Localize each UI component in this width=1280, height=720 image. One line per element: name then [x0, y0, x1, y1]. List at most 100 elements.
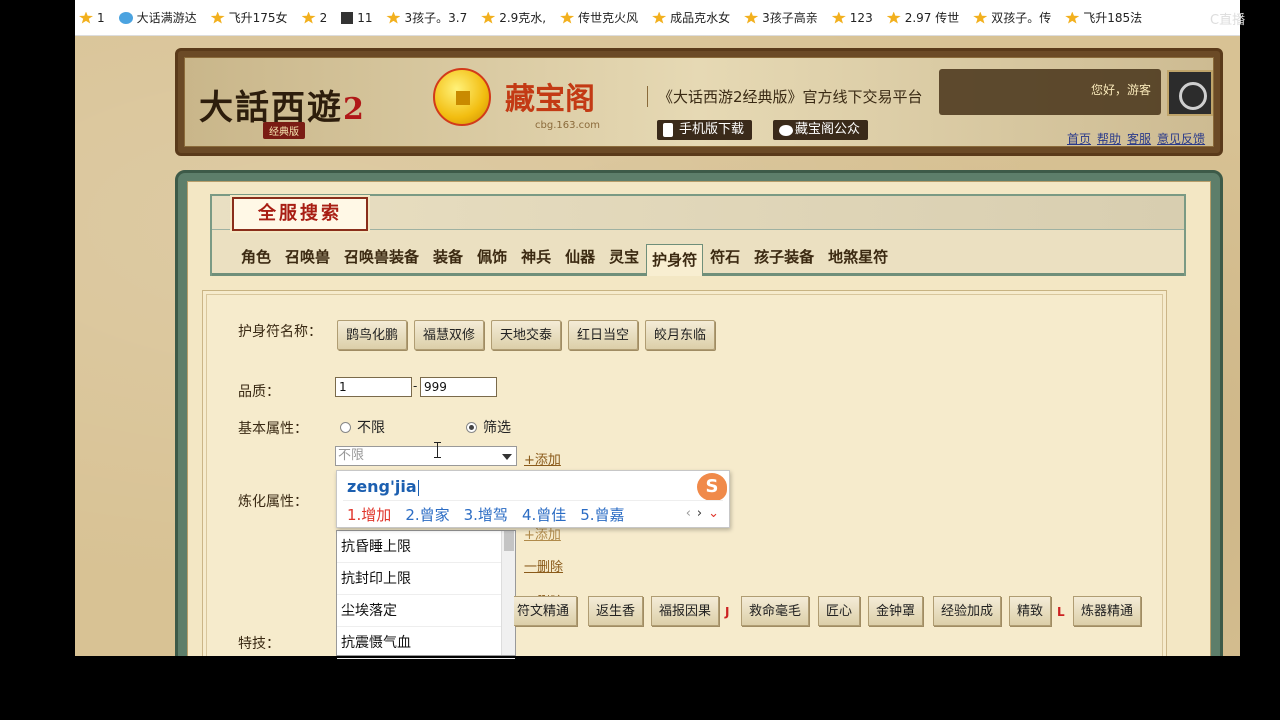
basic-attr-select[interactable]: 不限	[335, 446, 517, 466]
skill-option-9[interactable]: 炼器精通	[1073, 596, 1142, 626]
star-icon	[652, 11, 667, 24]
tab-pet-equipment[interactable]: 召唤兽装备	[337, 246, 426, 273]
bookmark-item[interactable]: 2	[301, 11, 327, 25]
radio-filter[interactable]: 筛选	[466, 417, 511, 437]
link-feedback[interactable]: 意见反馈	[1157, 130, 1205, 147]
quality-min-input[interactable]: 1	[335, 377, 412, 397]
ime-next-icon[interactable]: ›	[697, 506, 702, 521]
amulet-name-label: 护身符名称：	[238, 324, 322, 340]
quality-max-input[interactable]: 999	[420, 377, 497, 397]
amulet-option-4[interactable]: 红日当空	[568, 320, 639, 350]
quality-label: 品质：	[238, 384, 280, 400]
bookmark-item[interactable]: 双孩子。传	[973, 9, 1051, 26]
skill-option-5[interactable]: 匠心	[818, 596, 861, 626]
bookmark-item[interactable]: 2.97 传世	[886, 9, 959, 26]
tab-star-talisman[interactable]: 地煞星符	[821, 246, 895, 273]
wechat-account-button[interactable]: 藏宝阁公众	[773, 120, 869, 140]
platform-text: 《大话西游2经典版》官方线下交易平台	[647, 86, 923, 107]
skill-option-8[interactable]: 精致	[1009, 596, 1052, 626]
game-edition-badge: 经典版	[263, 122, 305, 139]
bookmark-item[interactable]: 成品克水女	[652, 9, 730, 26]
greeting-box: 您好，游客	[939, 69, 1161, 115]
amulet-option-1[interactable]: 鹍鸟化鹏	[337, 320, 408, 350]
amulet-option-5[interactable]: 皎月东临	[645, 320, 716, 350]
ime-candidate[interactable]: 1.增加	[347, 504, 391, 525]
tab-spirit-treasure[interactable]: 灵宝	[602, 246, 646, 273]
site-logo[interactable]: 藏宝阁	[505, 74, 595, 118]
amulet-option-2[interactable]: 福慧双修	[414, 320, 485, 350]
ime-pinyin-input[interactable]: zeng'jia	[347, 477, 419, 496]
bookmarks-bar: 1 大话满游达 飞升175女 2 11 3孩子。3.7 2.9克水, 传世克火风…	[75, 0, 1240, 36]
ime-candidate[interactable]: 4.曾佳	[522, 504, 566, 525]
bookmark-item[interactable]: 3孩子。3.7	[386, 9, 467, 26]
bookmark-item[interactable]: 2.9克水,	[481, 9, 546, 26]
ime-divider	[343, 500, 723, 501]
skill-option-3[interactable]: 福报因果	[651, 596, 720, 626]
skill-tag-l: L	[1057, 605, 1065, 619]
scrollbar-thumb[interactable]	[504, 531, 514, 551]
bird-icon	[118, 11, 133, 24]
ime-candidate[interactable]: 2.曾家	[405, 504, 449, 525]
dropdown-option[interactable]: 抗封印上限	[337, 563, 515, 595]
radio-dot-selected	[466, 421, 477, 433]
refine-attr-label: 炼化属性：	[238, 494, 308, 510]
star-icon	[886, 11, 901, 24]
ime-nav: ‹ › ⌄	[686, 506, 719, 521]
panel-title: 全服搜索	[230, 195, 370, 233]
bookmark-item[interactable]: 11	[341, 11, 372, 25]
tab-role[interactable]: 角色	[234, 246, 278, 273]
avatar[interactable]	[1167, 70, 1213, 116]
star-icon	[79, 11, 93, 24]
star-icon	[386, 11, 401, 24]
text-cursor-icon	[434, 442, 441, 458]
link-home[interactable]: 首页	[1067, 130, 1091, 147]
tab-rune-stone[interactable]: 符石	[703, 246, 747, 273]
ime-expand-icon[interactable]: ⌄	[708, 506, 719, 521]
skill-option-7[interactable]: 经验加成	[933, 596, 1002, 626]
basic-attr-label: 基本属性：	[238, 421, 308, 437]
dropdown-scrollbar[interactable]	[501, 531, 515, 655]
radio-unlimited[interactable]: 不限	[340, 417, 385, 437]
mobile-download-button[interactable]: 手机版下载	[657, 120, 753, 140]
refine-attr-dropdown: 抗昏睡上限 抗封印上限 尘埃落定 抗震慑气血	[336, 530, 516, 659]
tab-pet[interactable]: 召唤兽	[278, 246, 337, 273]
bookmark-item[interactable]: 飞升185法	[1065, 9, 1142, 26]
tab-immortal-artifact[interactable]: 仙器	[558, 246, 602, 273]
dropdown-option[interactable]: 尘埃落定	[337, 595, 515, 627]
skill-option-2[interactable]: 返生香	[588, 596, 644, 626]
link-service[interactable]: 客服	[1127, 130, 1151, 147]
bookmark-item[interactable]: 传世克火风	[560, 9, 638, 26]
ime-candidate[interactable]: 3.增驾	[464, 504, 508, 525]
tab-equipment[interactable]: 装备	[426, 246, 470, 273]
bookmark-item[interactable]: 1	[79, 11, 105, 25]
box-icon	[341, 11, 354, 24]
star-icon	[744, 11, 759, 24]
tab-accessory[interactable]: 佩饰	[470, 246, 514, 273]
tab-child-equipment[interactable]: 孩子装备	[747, 246, 821, 273]
sogou-logo-icon[interactable]: S	[697, 473, 727, 501]
star-icon	[560, 11, 575, 24]
tab-amulet[interactable]: 护身符	[646, 244, 704, 276]
skill-label: 特技：	[238, 636, 280, 652]
bookmark-item[interactable]: 123	[831, 11, 873, 25]
dropdown-option[interactable]: 抗昏睡上限	[337, 531, 515, 563]
tab-divine-weapon[interactable]: 神兵	[514, 246, 558, 273]
bookmark-item[interactable]: 3孩子高亲	[744, 9, 818, 26]
add-basic-attr-link[interactable]: +添加	[524, 449, 561, 468]
dropdown-option[interactable]: 抗震慑气血	[337, 627, 515, 659]
ime-candidate[interactable]: 5.曾嘉	[580, 504, 624, 525]
bookmark-item[interactable]: 大话满游达	[118, 9, 197, 26]
ime-candidate-window: zeng'jia S 1.增加 2.曾家 3.增驾 4.曾佳 5.曾嘉 ‹ › …	[336, 470, 730, 528]
star-icon	[1065, 11, 1080, 24]
ime-prev-icon[interactable]: ‹	[686, 506, 691, 521]
search-panel: 全服搜索 角色 召唤兽 召唤兽装备 装备 佩饰 神兵 仙器 灵宝 护身符 符石 …	[175, 170, 1223, 656]
skill-option-4[interactable]: 救命毫毛	[741, 596, 810, 626]
header-banner: 大話西遊2 经典版 藏宝阁 cbg.163.com 《大话西游2经典版》官方线下…	[184, 57, 1214, 147]
amulet-option-3[interactable]: 天地交泰	[491, 320, 562, 350]
skill-option-1[interactable]: 符文精通	[514, 596, 578, 626]
delete-refine-attr-link-1[interactable]: 一删除	[524, 556, 563, 575]
link-help[interactable]: 帮助	[1097, 130, 1121, 147]
bookmark-item[interactable]: 飞升175女	[210, 9, 288, 26]
quality-separator: -	[413, 379, 418, 393]
skill-option-6[interactable]: 金钟罩	[868, 596, 924, 626]
